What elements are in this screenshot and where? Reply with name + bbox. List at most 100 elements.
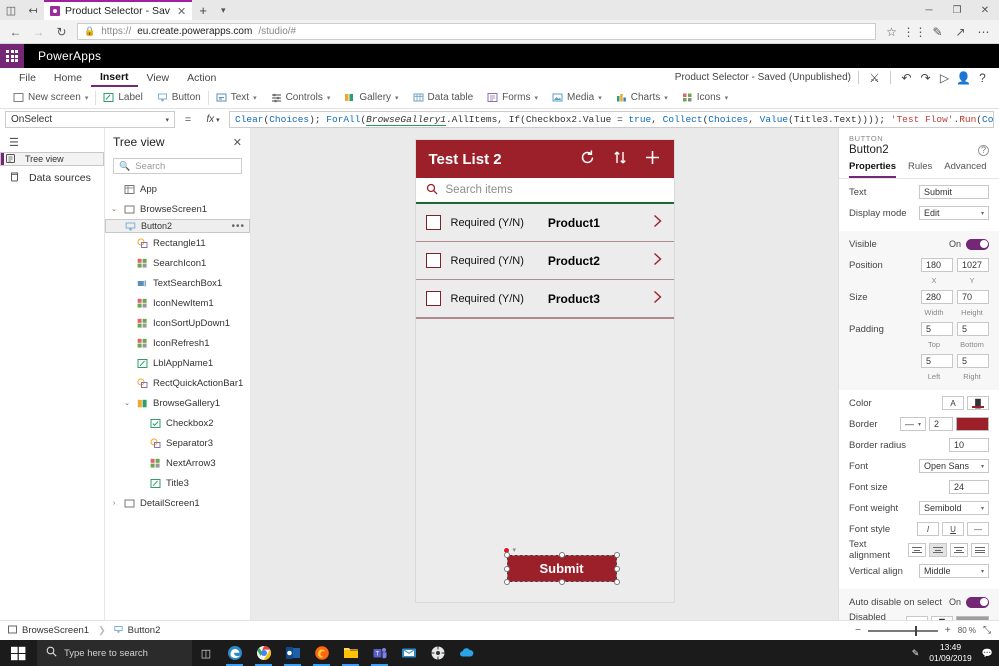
padding-bottom-input[interactable]: 5	[957, 322, 989, 336]
ribbon-controls[interactable]: Controls ▾	[264, 87, 338, 109]
share-user-icon[interactable]: 👤	[955, 69, 972, 86]
border-width-input[interactable]: 2	[929, 417, 953, 431]
border-color-swatch[interactable]	[956, 417, 989, 431]
align-center-button[interactable]	[929, 543, 947, 557]
browser-tab[interactable]: Product Selector - Save ✕	[44, 0, 193, 20]
undo-icon[interactable]: ↶	[898, 69, 915, 86]
twisty-icon[interactable]: ›	[109, 500, 119, 507]
row-checkbox[interactable]	[425, 253, 441, 268]
taskbar-app-file-explorer[interactable]	[336, 640, 365, 666]
maximize-icon[interactable]: ❐	[943, 0, 971, 20]
refresh-icon[interactable]	[579, 149, 596, 169]
window-close-icon[interactable]: ✕	[971, 0, 999, 20]
taskbar-app-mail[interactable]	[394, 640, 423, 666]
font-size-input[interactable]: 24	[949, 480, 989, 494]
padding-top-input[interactable]: 5	[921, 322, 953, 336]
sidebar-item-data-sources[interactable]: Data sources	[0, 166, 104, 190]
tree-node-checkbox2[interactable]: Checkbox2	[105, 413, 250, 433]
taskbar-app-onedrive[interactable]	[452, 640, 481, 666]
taskbar-app-misc[interactable]	[423, 640, 452, 666]
tree-node-nextarrow3[interactable]: NextArrow3	[105, 453, 250, 473]
start-button[interactable]	[0, 640, 37, 666]
resize-handle-w[interactable]	[503, 565, 510, 572]
hamburger-icon[interactable]: ☰	[0, 132, 104, 152]
more-icon[interactable]: ⋯	[972, 20, 995, 44]
task-view-icon[interactable]: ◫	[192, 640, 220, 666]
taskbar-app-chrome[interactable]	[249, 640, 278, 666]
ribbon-gallery[interactable]: Gallery ▾	[337, 87, 405, 109]
size-width-input[interactable]: 280	[921, 290, 953, 304]
tree-node-browsescreen1[interactable]: ⌄ BrowseScreen1	[105, 199, 250, 219]
tree-node-iconsortupdown1[interactable]: IconSortUpDown1	[105, 313, 250, 333]
ribbon-forms[interactable]: Forms ▾	[480, 87, 545, 109]
menu-item-action[interactable]: Action	[178, 68, 225, 87]
menu-item-home[interactable]: Home	[45, 68, 91, 87]
breadcrumb-screen[interactable]: BrowseScreen1 ❯	[8, 625, 114, 637]
zoom-slider[interactable]	[867, 625, 938, 636]
taskbar-clock[interactable]: 13:49 01/09/2019	[929, 642, 972, 663]
help-icon[interactable]: ?	[978, 144, 989, 156]
gallery-row[interactable]: Required (Y/N) Product1	[415, 204, 674, 242]
add-icon[interactable]	[644, 149, 661, 169]
ribbon-new-screen[interactable]: New screen ▾	[6, 87, 95, 109]
tab-list-icon[interactable]: ◫	[0, 0, 22, 20]
tree-node-separator3[interactable]: Separator3	[105, 433, 250, 453]
flow-icon[interactable]: ⚔	[866, 69, 883, 86]
formula-input[interactable]: Clear(Choices); ForAll(BrowseGallery1.Al…	[229, 111, 994, 128]
tree-node-rectquickactionbar1[interactable]: RectQuickActionBar1	[105, 373, 250, 393]
font-select[interactable]: Open Sans ▾	[919, 459, 989, 473]
tray-pen-icon[interactable]: ✎	[912, 648, 920, 659]
fit-to-screen-icon[interactable]: ⤡	[983, 625, 991, 636]
border-style-select[interactable]: — ▾	[900, 417, 926, 431]
ribbon-data-table[interactable]: Data table	[406, 87, 481, 109]
play-icon[interactable]: ▷	[936, 69, 953, 86]
reading-list-icon[interactable]: ⋮⋮	[903, 20, 927, 44]
forward-icon[interactable]: →	[27, 20, 50, 44]
zoom-out-button[interactable]: −	[855, 625, 861, 636]
ribbon-label-control[interactable]: Label	[96, 87, 149, 109]
padding-left-input[interactable]: 5	[921, 354, 953, 368]
resize-handle-nw[interactable]	[503, 552, 510, 558]
taskbar-app-teams[interactable]: T	[365, 640, 394, 666]
tree-node-lblappname1[interactable]: LblAppName1	[105, 353, 250, 373]
resize-handle-s[interactable]	[558, 579, 565, 585]
close-icon[interactable]: ✕	[233, 136, 242, 149]
ribbon-media[interactable]: Media ▾	[545, 87, 609, 109]
menu-item-view[interactable]: View	[138, 68, 179, 87]
resize-handle-sw[interactable]	[503, 579, 510, 585]
size-height-input[interactable]: 70	[957, 290, 989, 304]
twisty-icon[interactable]: ⌄	[122, 399, 132, 407]
gallery-row[interactable]: Required (Y/N) Product2	[415, 242, 674, 280]
tree-node-browsegallery1[interactable]: ⌄ BrowseGallery1	[105, 393, 250, 413]
tree-node-rectangle11[interactable]: Rectangle11	[105, 233, 250, 253]
strikethrough-button[interactable]: —	[967, 522, 989, 536]
share-icon[interactable]: ↗	[949, 20, 972, 44]
waffle-menu-icon[interactable]	[0, 44, 24, 68]
app-canvas[interactable]: Test List 2 Search items Required (Y/N) …	[251, 128, 838, 620]
zoom-in-button[interactable]: +	[945, 625, 951, 636]
redo-icon[interactable]: ↷	[917, 69, 934, 86]
underline-button[interactable]: U	[942, 522, 964, 536]
address-bar[interactable]: 🔒 https:// eu.create.powerapps.com/studio…	[77, 23, 876, 40]
border-radius-input[interactable]: 10	[949, 438, 989, 452]
ribbon-icons[interactable]: Icons ▾	[675, 87, 735, 109]
resize-handle-se[interactable]	[613, 579, 620, 585]
fill-color-button[interactable]: █	[967, 396, 989, 410]
resize-handle-e[interactable]	[613, 565, 620, 572]
chevron-right-icon[interactable]	[651, 251, 664, 270]
tree-node-app[interactable]: App	[105, 179, 250, 199]
tree-node-detailscreen1[interactable]: › DetailScreen1	[105, 493, 250, 513]
reload-icon[interactable]: ↻	[50, 20, 73, 44]
tree-node-iconrefresh1[interactable]: IconRefresh1	[105, 333, 250, 353]
favorite-star-icon[interactable]: ☆	[880, 20, 903, 44]
chevron-right-icon[interactable]	[651, 289, 664, 308]
tree-node-title3[interactable]: Title3	[105, 473, 250, 493]
position-y-input[interactable]: 1027	[957, 258, 989, 272]
sort-icon[interactable]	[613, 149, 627, 169]
resize-handle-n[interactable]	[558, 552, 565, 558]
resize-handle-ne[interactable]	[613, 552, 620, 558]
chevron-down-icon[interactable]: ▾	[214, 5, 232, 16]
text-input[interactable]: Submit	[919, 185, 989, 199]
help-icon[interactable]: ?	[974, 69, 991, 86]
minimize-icon[interactable]: ─	[915, 0, 943, 20]
